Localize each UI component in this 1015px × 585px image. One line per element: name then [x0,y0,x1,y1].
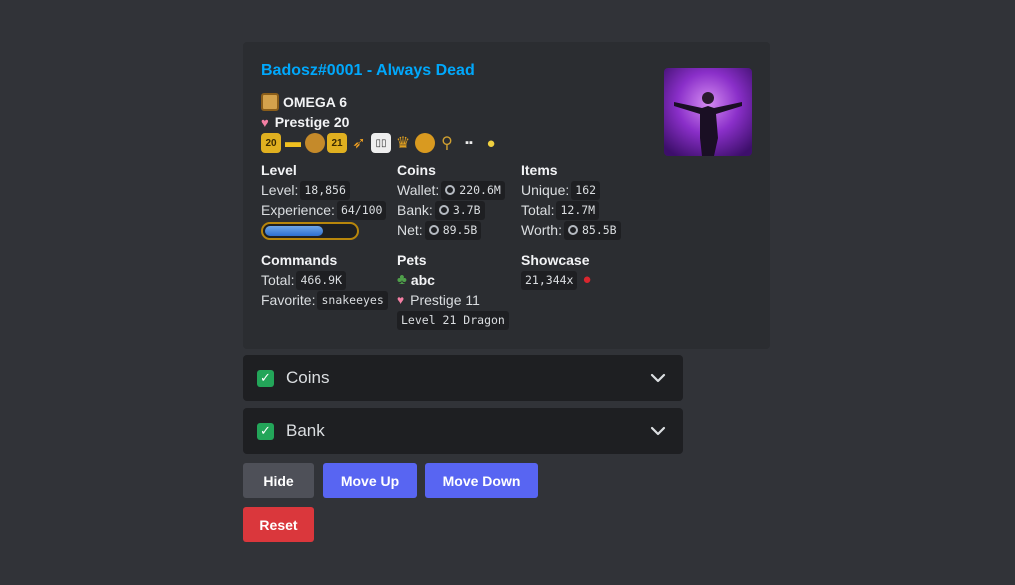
omega-text: OMEGA 6 [283,94,348,110]
cards-icon: ▯▯ [371,133,391,153]
showcase-count: 21,344x [521,270,578,290]
level-value: 18,856 [300,180,350,200]
items-total-value: 12.7M [556,200,600,220]
dice-icon: ▪▪ [465,137,473,149]
experience-progress-bar [261,222,359,240]
apple-icon: ● [582,271,592,288]
bank-accordion[interactable]: ✓ Bank [243,408,683,454]
commands-field: Commands Total: 466.9K Favorite: snakeeyes [261,250,388,310]
move-up-button[interactable]: Move Up [323,463,417,498]
level-field: Level Level: 18,856 Experience: 64/100 [261,160,387,240]
favorite-command-value: snakeeyes [317,290,388,310]
badge-row: 20 ▬ 21 ➶ ▯▯ ♛ ⚲ ▪▪ ● [261,133,501,153]
hide-button[interactable]: Hide [243,463,314,498]
prestige-heart-icon: ♥ [261,114,269,130]
items-heading: Items [521,162,558,178]
crown-icon: ♛ [395,135,411,152]
level-row: Level: 18,856 [261,180,386,200]
folder-icon: ▬ [285,134,301,151]
gold-medal-icon [415,133,435,153]
pin-icon: ● [486,134,496,152]
medal-icon [305,133,325,153]
rocket-icon: ➶ [352,135,366,152]
coin-icon [445,184,456,195]
showcase-field: Showcase 21,344x ● [521,250,592,290]
omega-line: OMEGA 6 [261,93,347,111]
experience-progress-fill [265,226,323,236]
accordion-label: Coins [286,368,330,387]
prestige-heart-icon: ♥ [397,293,405,307]
pets-field: Pets ♣ abc ♥ Prestige 11 Level 21 Dragon [397,250,509,330]
net-value: 89.5B [442,222,478,237]
pet-prestige: Prestige 11 [410,292,480,308]
reset-button[interactable]: Reset [243,507,314,542]
coins-heading: Coins [397,162,436,178]
coin-icon [428,224,439,235]
badge-21-icon: 21 [327,133,347,153]
pet-name: abc [410,272,435,288]
omega-avatar-icon [261,93,279,111]
commands-total-value: 466.9K [296,270,347,290]
move-down-button[interactable]: Move Down [425,463,538,498]
showcase-heading: Showcase [521,252,590,268]
coins-accordion[interactable]: ✓ Coins [243,355,683,401]
experience-value: 64/100 [336,200,387,220]
profile-title[interactable]: Badosz#0001 - Always Dead [261,62,475,80]
unique-value: 162 [571,180,601,200]
chevron-down-icon[interactable] [649,369,667,387]
pets-heading: Pets [397,252,427,268]
chevron-down-icon[interactable] [649,422,667,440]
prestige-text: Prestige 20 [274,114,350,130]
prestige-line: ♥ Prestige 20 [261,114,349,130]
profile-embed: Badosz#0001 - Always Dead OMEGA 6 ♥ Pres… [243,42,770,349]
coins-field: Coins Wallet: 220.6M Bank: 3.7B Net: 89.5B [397,160,505,240]
level-heading: Level [261,162,297,178]
magnifier-icon: ⚲ [441,135,453,152]
wallet-value: 220.6M [459,182,501,197]
pet-icon: ♣ [397,271,407,288]
commands-heading: Commands [261,252,338,268]
items-field: Items Unique: 162 Total: 12.7M Worth: 85.5B [521,160,621,240]
badge-20-icon: 20 [261,133,281,153]
accordion-label: Bank [286,421,325,440]
pet-level: Level 21 Dragon [397,310,509,330]
profile-thumbnail [664,68,752,156]
bank-value: 3.7B [452,202,481,217]
checkbox-icon[interactable]: ✓ [257,422,274,440]
experience-row: Experience: 64/100 [261,200,387,220]
coin-icon [438,204,449,215]
checkbox-icon[interactable]: ✓ [257,369,274,387]
coin-icon [567,224,578,235]
worth-value: 85.5B [581,222,617,237]
